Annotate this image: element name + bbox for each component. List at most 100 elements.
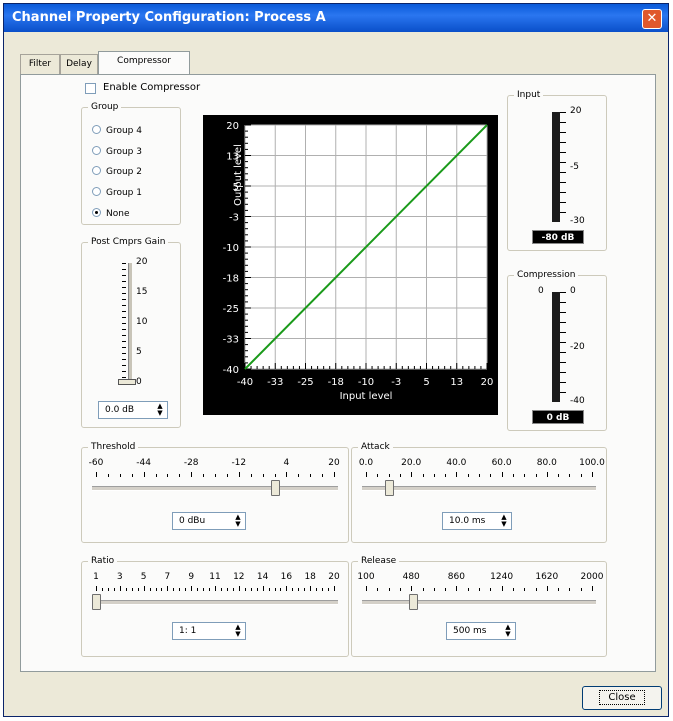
enable-compressor-label: Enable Compressor	[103, 82, 201, 93]
x-tick-label: -3	[391, 377, 401, 388]
group-title: Group	[88, 100, 122, 114]
post-gain-thumb[interactable]	[118, 379, 136, 385]
release-tick	[535, 588, 537, 591]
attack-tick	[399, 474, 401, 477]
threshold-tick	[203, 474, 205, 477]
ratio-tick	[215, 586, 216, 591]
threshold-tick	[96, 472, 97, 477]
input-meter-readout: -80 dB	[532, 230, 584, 244]
input-meter-bar	[552, 112, 560, 222]
transfer-curve-graph: -40 20 -33 13 -25 5 -18 -3 -10 -10 -3 -18 5 -25 13 -33 2…	[203, 115, 498, 415]
group-box: Group Group 4 Group 3 Group 2 Group 1 No…	[81, 100, 181, 225]
release-spinner[interactable]: 500 ms ▲ ▼	[446, 622, 516, 640]
threshold-tick	[262, 474, 264, 477]
spin-arrows-icon[interactable]: ▲ ▼	[233, 514, 243, 528]
ratio-slider-track[interactable]	[92, 600, 338, 605]
dialog-window: Channel Property Configuration: Process …	[3, 3, 669, 717]
ratio-tick	[298, 588, 300, 591]
radio-group-2[interactable]: Group 2	[92, 166, 142, 178]
threshold-tick	[167, 474, 169, 477]
y-tick-label: -33	[223, 335, 239, 346]
threshold-slider-track[interactable]	[92, 486, 338, 491]
ratio-spinner[interactable]: 1: 1 ▲ ▼	[172, 622, 246, 640]
compression-meter-box: Compression 0 0 -20 -40 0 dB	[507, 268, 607, 431]
radio-group-4[interactable]: Group 4	[92, 125, 142, 137]
release-tick	[433, 588, 435, 591]
radio-label: Group 4	[106, 126, 142, 136]
close-icon[interactable]: ✕	[642, 9, 662, 29]
attack-tick	[445, 474, 447, 477]
release-tick	[422, 588, 424, 591]
ratio-tick	[167, 586, 169, 591]
ratio-tick	[191, 586, 193, 591]
post-gain-value: 0.0 dB	[105, 405, 135, 415]
ratio-slider-thumb[interactable]	[92, 594, 101, 610]
post-gain-ticks	[122, 263, 126, 383]
ratio-tick	[244, 588, 246, 591]
release-tick	[524, 588, 526, 591]
ratio-tick	[310, 586, 312, 591]
spin-arrows-icon[interactable]: ▲ ▼	[233, 624, 243, 638]
threshold-tick-label: -44	[136, 458, 151, 468]
attack-slider-thumb[interactable]	[384, 480, 394, 496]
radio-dot-selected	[92, 208, 101, 217]
radio-group-3[interactable]: Group 3	[92, 146, 142, 158]
attack-tick	[501, 472, 503, 477]
ratio-tick	[250, 588, 252, 591]
radio-label: Group 1	[106, 188, 142, 198]
x-tick-label: 5	[423, 377, 429, 388]
post-gain-spinner[interactable]: 0.0 dB ▲ ▼	[98, 401, 168, 419]
attack-tick	[377, 474, 379, 477]
release-slider-track[interactable]	[362, 600, 596, 605]
ratio-tick	[203, 588, 205, 591]
compression-meter-title: Compression	[514, 268, 579, 282]
threshold-tick	[298, 474, 300, 477]
attack-spinner[interactable]: 10.0 ms ▲ ▼	[442, 512, 512, 530]
post-gain-scale-label: 10	[136, 317, 148, 327]
x-tick-label: 20	[481, 377, 494, 388]
ratio-tick	[256, 588, 258, 591]
tab-filter[interactable]: Filter	[20, 54, 60, 74]
release-tick	[580, 588, 582, 591]
close-button[interactable]: Close	[582, 686, 662, 710]
release-tick	[512, 588, 514, 591]
post-gain-scale-label: 5	[136, 347, 142, 357]
tab-compressor[interactable]: Compressor	[98, 51, 190, 75]
threshold-value: 0 dBu	[179, 516, 206, 526]
release-slider-thumb[interactable]	[409, 594, 419, 610]
release-tick	[456, 586, 458, 591]
y-tick-label: 20	[226, 121, 239, 132]
spin-arrows-icon[interactable]: ▲ ▼	[499, 514, 509, 528]
radio-group-1[interactable]: Group 1	[92, 187, 142, 199]
ratio-tick	[274, 588, 276, 591]
threshold-tick	[238, 472, 240, 477]
attack-tick-label: 0.0	[358, 458, 374, 468]
attack-tick	[580, 474, 582, 477]
release-box: Release 500 ms ▲ ▼ 100 480 860 1240 1620 2000	[351, 554, 607, 657]
tab-delay[interactable]: Delay	[60, 54, 98, 74]
spin-arrows-icon[interactable]: ▲ ▼	[155, 403, 165, 417]
y-tick-label: -25	[223, 304, 239, 315]
x-tick-label: -18	[328, 377, 344, 388]
radio-dot	[92, 166, 101, 175]
ratio-tick	[185, 588, 187, 591]
spin-arrows-icon[interactable]: ▲ ▼	[503, 624, 513, 638]
radio-dot	[92, 146, 101, 155]
window-title: Channel Property Configuration: Process …	[12, 10, 326, 25]
enable-compressor-checkbox[interactable]	[85, 83, 96, 94]
y-tick-label: -18	[223, 274, 239, 285]
post-gain-scale-label: 15	[136, 287, 148, 297]
x-axis-label: Input level	[340, 391, 393, 402]
post-gain-track[interactable]	[128, 263, 132, 383]
attack-tick	[411, 472, 413, 477]
threshold-slider-thumb[interactable]	[270, 480, 280, 496]
ratio-tick	[232, 588, 234, 591]
threshold-tick	[334, 472, 335, 477]
attack-slider-track[interactable]	[362, 486, 596, 491]
ratio-tick	[197, 588, 199, 591]
x-tick-label: 13	[450, 377, 463, 388]
radio-none[interactable]: None	[92, 208, 129, 220]
threshold-spinner[interactable]: 0 dBu ▲ ▼	[172, 512, 246, 530]
threshold-tick	[119, 474, 121, 477]
release-tick-label: 1620	[535, 572, 559, 582]
